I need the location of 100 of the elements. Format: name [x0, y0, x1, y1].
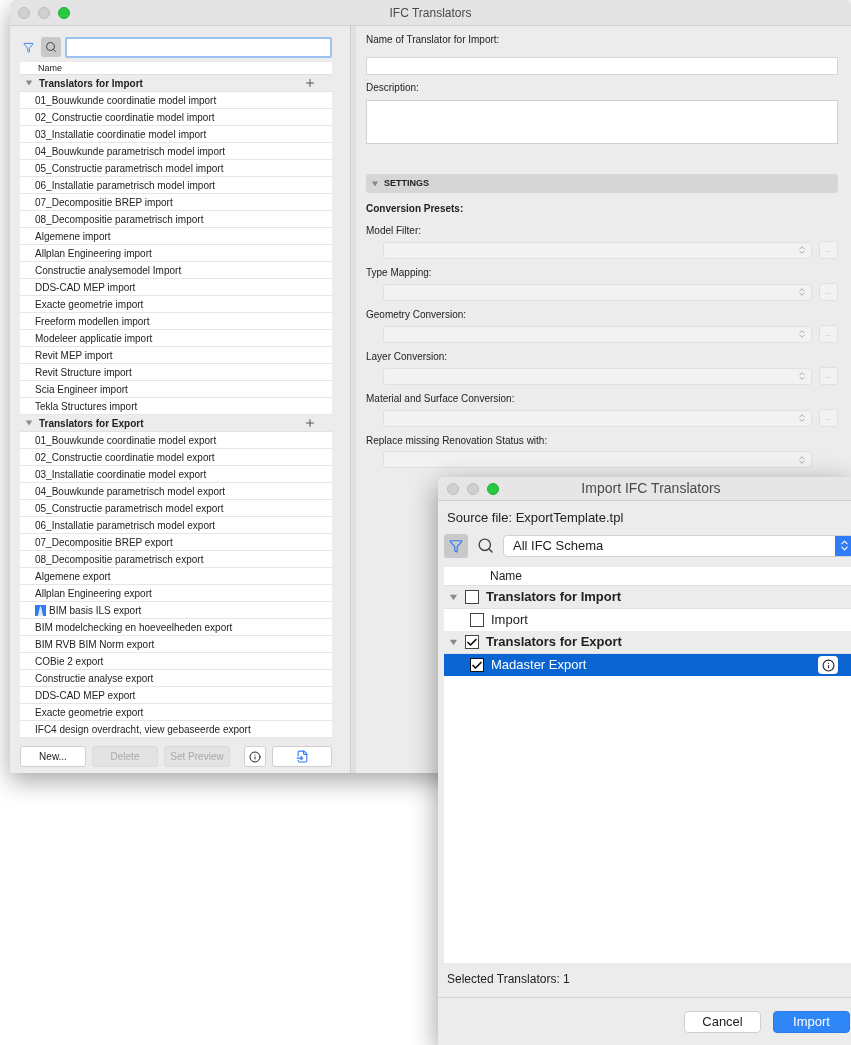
disclosure-triangle-icon[interactable] [371, 179, 379, 188]
translator-name: 03_Installatie coordinatie model import [35, 127, 207, 142]
translator-name: 04_Bouwkunde parametrisch model import [35, 144, 226, 159]
translator-name: 06_Installatie parametrisch model import [35, 178, 216, 193]
translator-row[interactable]: BIM modelchecking en hoeveelheden export [20, 619, 332, 636]
import-file-icon [295, 750, 309, 763]
search-icon [45, 41, 57, 53]
translator-row[interactable]: 07_Decompositie BREP import [20, 194, 332, 211]
stepper-icon [797, 329, 807, 339]
dialog-button[interactable]: Cancel [684, 1010, 761, 1033]
group-row[interactable]: Translators for Export [444, 631, 851, 654]
translator-row[interactable]: 07_Decompositie BREP export [20, 534, 332, 551]
close-window-button[interactable] [447, 482, 459, 495]
translator-row[interactable]: 03_Installatie coordinatie model import [20, 126, 332, 143]
toolbar-button[interactable]: New... [20, 746, 86, 767]
translator-name: Exacte geometrie import [35, 297, 144, 312]
translator-row[interactable]: 02_Constructie coordinatie model export [20, 449, 332, 466]
translator-name: DDS-CAD MEP import [35, 280, 136, 295]
translator-row[interactable]: BIM basis ILS export [20, 602, 332, 619]
search-button[interactable] [41, 37, 61, 57]
column-title: Name [490, 568, 522, 585]
search-field[interactable] [65, 36, 332, 58]
translator-name: DDS-CAD MEP export [35, 688, 136, 703]
translator-row[interactable]: Madaster Export [444, 654, 851, 676]
name-field[interactable] [366, 57, 838, 75]
translator-row[interactable]: 04_Bouwkunde parametrisch model export [20, 483, 332, 500]
translator-row[interactable]: 06_Installatie parametrisch model export [20, 517, 332, 534]
translator-row[interactable]: 08_Decompositie parametrisch import [20, 211, 332, 228]
translator-row[interactable]: 05_Constructie parametrisch model export [20, 500, 332, 517]
translator-name: Exacte geometrie export [35, 705, 144, 720]
translator-row[interactable]: COBie 2 export [20, 653, 332, 670]
dialog-button[interactable]: Import [773, 1010, 850, 1033]
translator-row[interactable]: IFC4 design overdracht, view gebaseerde export [20, 721, 332, 738]
translator-row[interactable]: 02_Constructie coordinatie model import [20, 109, 332, 126]
translator-row[interactable]: Algemene import [20, 228, 332, 245]
translator-row[interactable]: Constructie analyse export [20, 670, 332, 687]
translator-name: Allplan Engineering export [35, 586, 152, 601]
info-button[interactable] [818, 656, 838, 674]
description-field[interactable] [366, 100, 838, 144]
section-subtitle: Conversion Presets: [366, 202, 465, 216]
checkbox[interactable] [470, 613, 484, 627]
checkbox[interactable] [465, 635, 479, 649]
translator-name: Algemene export [35, 569, 111, 584]
schema-dropdown[interactable]: All IFC Schema [503, 534, 851, 557]
translator-row[interactable]: BIM RVB BIM Norm export [20, 636, 332, 653]
translator-row[interactable]: Freeform modellen import [20, 313, 332, 330]
add-icon[interactable] [304, 417, 316, 429]
translator-name: Constructie analyse export [35, 671, 154, 686]
translator-row[interactable]: 03_Installatie coordinatie model export [20, 466, 332, 483]
zoom-window-button[interactable] [487, 482, 499, 495]
disclosure-triangle-icon[interactable] [25, 79, 33, 87]
checkbox[interactable] [465, 590, 479, 604]
disclosure-triangle-icon[interactable] [449, 592, 458, 602]
window-title: IFC Translators [388, 4, 473, 22]
translator-row[interactable]: Constructie analysemodel Import [20, 262, 332, 279]
checkbox[interactable] [470, 658, 484, 672]
translator-row[interactable]: Exacte geometrie import [20, 296, 332, 313]
translator-row[interactable]: Exacte geometrie export [20, 704, 332, 721]
zoom-window-button[interactable] [58, 6, 70, 19]
translator-row[interactable]: DDS-CAD MEP import [20, 279, 332, 296]
filter-icon[interactable] [23, 41, 34, 53]
translator-row[interactable]: 08_Decompositie parametrisch export [20, 551, 332, 568]
close-window-button[interactable] [18, 6, 30, 19]
minimize-window-button[interactable] [467, 482, 479, 495]
group-row[interactable]: Translators for Import [444, 586, 851, 609]
translator-name: Modeleer applicatie import [35, 331, 153, 346]
translator-row[interactable]: Allplan Engineering import [20, 245, 332, 262]
translator-name: Constructie analysemodel Import [35, 263, 182, 278]
translator-name: 07_Decompositie BREP import [35, 195, 173, 210]
translator-row[interactable]: Revit MEP import [20, 347, 332, 364]
translator-row[interactable]: 06_Installatie parametrisch model import [20, 177, 332, 194]
column-header[interactable]: Name [20, 62, 332, 75]
translator-row[interactable]: 04_Bouwkunde parametrisch model import [20, 143, 332, 160]
add-icon[interactable] [304, 77, 316, 89]
minimize-window-button[interactable] [38, 6, 50, 19]
translator-name: Freeform modellen import [35, 314, 150, 329]
group-label: Translators for Import [39, 76, 144, 91]
search-icon[interactable] [477, 537, 494, 554]
info-button[interactable] [244, 746, 266, 767]
settings-header[interactable]: SETTINGS [366, 174, 838, 193]
translator-row[interactable]: Revit Structure import [20, 364, 332, 381]
translator-row[interactable]: 01_Bouwkunde coordinatie model import [20, 92, 332, 109]
field-label: Layer Conversion: [366, 350, 449, 364]
filter-icon [449, 538, 463, 553]
disclosure-triangle-icon[interactable] [25, 419, 33, 427]
translator-row[interactable]: 05_Constructie parametrisch model import [20, 160, 332, 177]
translator-row[interactable]: Algemene export [20, 568, 332, 585]
stepper-icon [797, 454, 807, 465]
translator-name: 05_Constructie parametrisch model import [35, 161, 224, 176]
translator-row[interactable]: Allplan Engineering export [20, 585, 332, 602]
translator-row[interactable]: Tekla Structures import [20, 398, 332, 415]
translator-row[interactable]: Modeleer applicatie import [20, 330, 332, 347]
field-label: Geometry Conversion: [366, 308, 468, 322]
import-button[interactable] [272, 746, 332, 767]
translator-row[interactable]: DDS-CAD MEP export [20, 687, 332, 704]
translator-row[interactable]: Scia Engineer import [20, 381, 332, 398]
translator-row[interactable]: 01_Bouwkunde coordinatie model export [20, 432, 332, 449]
filter-button[interactable] [444, 533, 468, 558]
field-label: Description: [366, 81, 420, 95]
disclosure-triangle-icon[interactable] [449, 637, 458, 647]
